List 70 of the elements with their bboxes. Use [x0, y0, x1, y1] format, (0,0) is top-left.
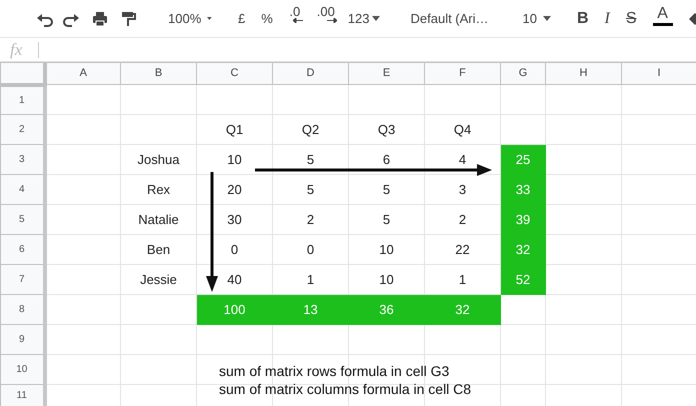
text-color-button[interactable]: A: [644, 6, 681, 32]
table-cell: 33: [500, 174, 546, 204]
row-header[interactable]: 1: [0, 84, 44, 114]
increase-decimal-button[interactable]: .00: [308, 6, 343, 32]
row-header[interactable]: 2: [0, 114, 44, 144]
table-cell: 32: [424, 294, 500, 324]
table-cell: 10: [196, 144, 272, 174]
table-cell: 5: [272, 144, 348, 174]
column-header[interactable]: B: [120, 62, 196, 84]
italic-button[interactable]: I: [596, 6, 618, 32]
row-header[interactable]: 7: [0, 264, 44, 294]
table-cell: 100: [196, 294, 272, 324]
function-label: fx: [9, 38, 24, 61]
table-cell: Q4: [424, 114, 500, 144]
note-text: sum of matrix rows formula in cell G3: [219, 362, 450, 380]
table-cell: 6: [348, 144, 424, 174]
column-header[interactable]: I: [622, 62, 696, 84]
format-button[interactable]: %: [253, 6, 281, 32]
caret-icon: [207, 16, 212, 21]
format-menu[interactable]: 123: [342, 6, 384, 32]
column-header[interactable]: F: [424, 62, 500, 84]
column-header[interactable]: E: [348, 62, 424, 84]
caret-icon: [542, 16, 551, 21]
row-header[interactable]: 9: [0, 324, 44, 354]
row-header[interactable]: 4: [0, 174, 44, 204]
table-cell: 5: [348, 174, 424, 204]
dropdown[interactable]: 10: [508, 6, 557, 32]
table-cell: 39: [500, 204, 546, 234]
table-cell: 52: [500, 264, 546, 294]
note-text: sum of matrix columns formula in cell C8: [219, 380, 472, 398]
font-dropdown[interactable]: Default (Ari…: [396, 6, 496, 32]
arrow-icon: [326, 18, 337, 22]
table-cell: 25: [500, 144, 546, 174]
table-cell: 0: [196, 234, 272, 264]
table-cell: 13: [272, 294, 348, 324]
table-cell: Joshua: [120, 144, 196, 174]
table-cell: 30: [196, 204, 272, 234]
table-cell: Rex: [120, 174, 196, 204]
table-cell: 20: [196, 174, 272, 204]
column-header[interactable]: H: [546, 62, 622, 84]
caret-icon: [372, 16, 380, 21]
bold-button[interactable]: B: [568, 6, 597, 32]
row-header[interactable]: 6: [0, 234, 44, 264]
table-cell: Q3: [348, 114, 424, 144]
row-header[interactable]: 11: [0, 384, 44, 406]
table-cell: Natalie: [120, 204, 196, 234]
table-cell: 36: [348, 294, 424, 324]
column-header[interactable]: G: [500, 62, 546, 84]
table-cell: 2: [272, 204, 348, 234]
dropdown[interactable]: 100%: [154, 6, 218, 32]
format-button[interactable]: £: [230, 6, 254, 32]
table-cell: 32: [500, 234, 546, 264]
table-cell: 10: [348, 234, 424, 264]
column-header[interactable]: C: [196, 62, 272, 84]
row-header[interactable]: 3: [0, 144, 44, 174]
arrow-icon: [292, 18, 303, 22]
row-header[interactable]: 8: [0, 294, 44, 324]
column-header[interactable]: A: [44, 62, 120, 84]
table-cell: Jessie: [120, 264, 196, 294]
strikethrough-button[interactable]: S: [618, 6, 645, 32]
column-header[interactable]: D: [272, 62, 348, 84]
row-header[interactable]: 10: [0, 354, 44, 384]
table-cell: Q2: [272, 114, 348, 144]
table-cell: 5: [348, 204, 424, 234]
row-header[interactable]: 5: [0, 204, 44, 234]
table-cell: Q1: [196, 114, 272, 144]
table-cell: 5: [272, 174, 348, 204]
decrease-decimal-button[interactable]: .0: [280, 6, 309, 32]
table-cell: 0: [272, 234, 348, 264]
table-cell: Ben: [120, 234, 196, 264]
